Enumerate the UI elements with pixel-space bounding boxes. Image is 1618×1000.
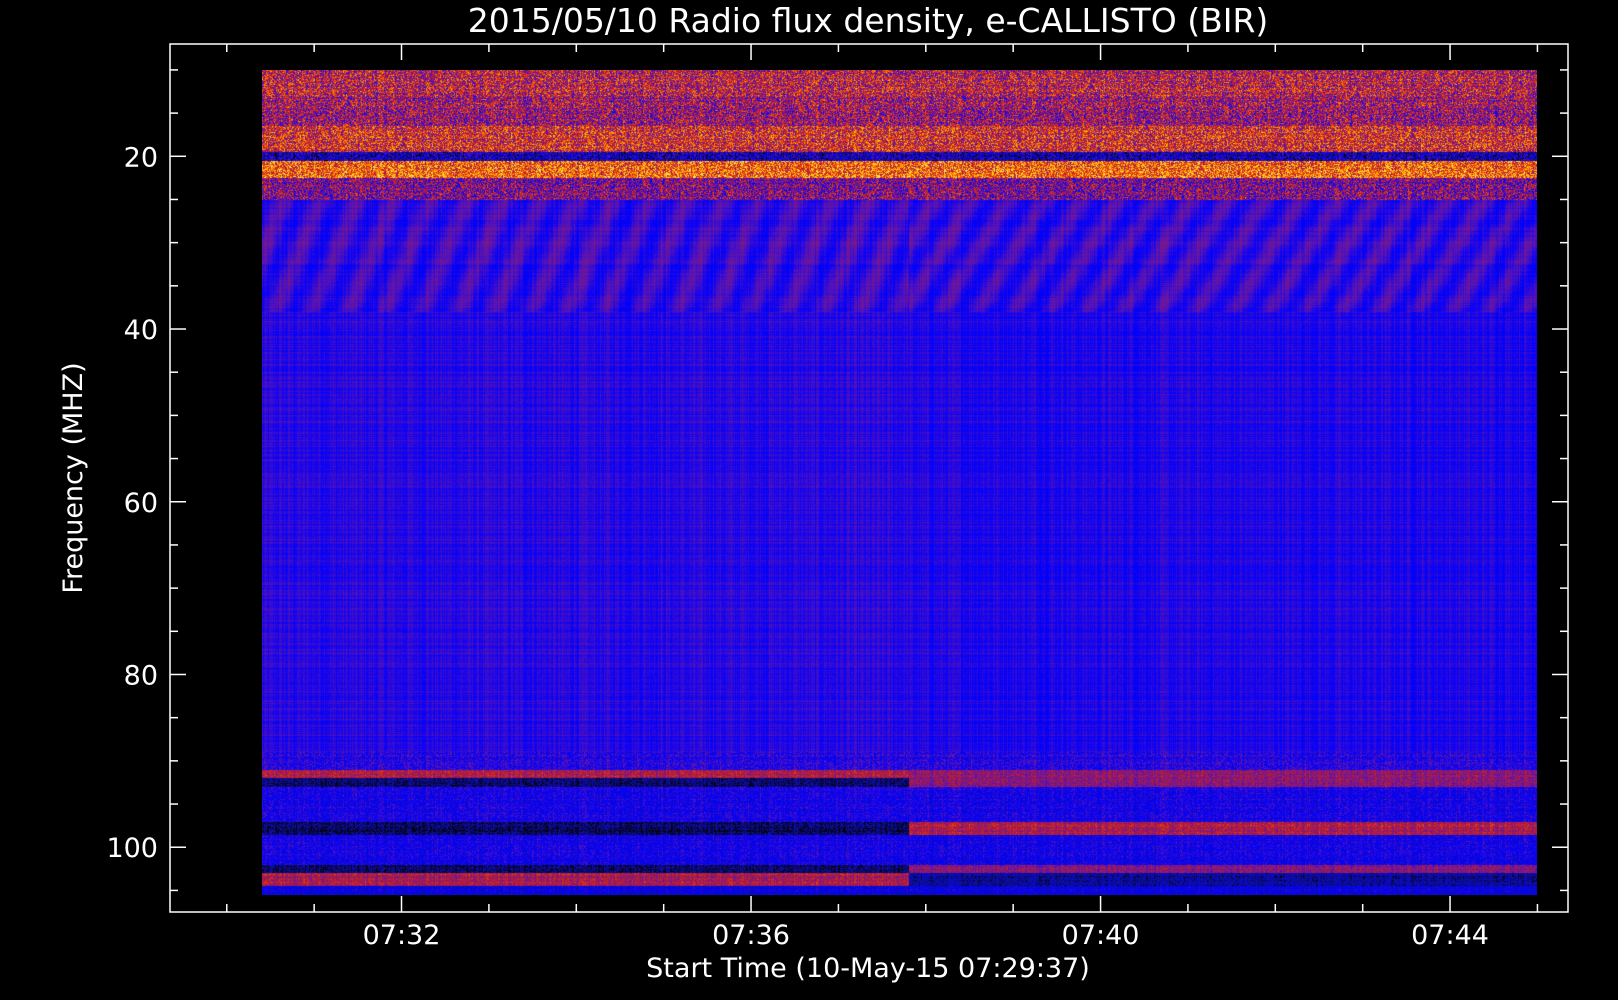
y-tick-label: 80 xyxy=(124,660,158,691)
y-tick-label: 100 xyxy=(106,833,158,864)
x-axis-label: Start Time (10-May-15 07:29:37) xyxy=(646,953,1090,984)
y-tick-label: 20 xyxy=(124,142,158,173)
y-tick-label: 40 xyxy=(124,315,158,346)
x-tick-label: 07:32 xyxy=(363,920,441,951)
spectrogram-heatmap xyxy=(262,70,1537,895)
x-tick-label: 07:40 xyxy=(1062,920,1140,951)
chart-title: 2015/05/10 Radio flux density, e-CALLIST… xyxy=(468,1,1269,40)
x-tick-label: 07:44 xyxy=(1411,920,1489,951)
y-tick-label: 60 xyxy=(124,488,158,519)
spectrogram-chart: 2015/05/10 Radio flux density, e-CALLIST… xyxy=(0,0,1618,1000)
spectrogram-image xyxy=(262,70,1537,895)
y-axis-label: Frequency (MHZ) xyxy=(58,362,89,593)
x-tick-label: 07:36 xyxy=(712,920,790,951)
